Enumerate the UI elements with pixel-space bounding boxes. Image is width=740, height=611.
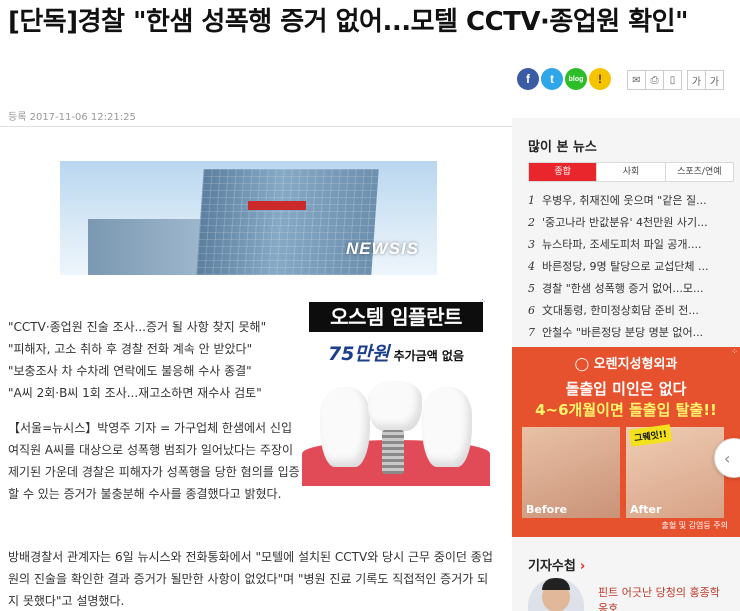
list-item[interactable]: 4 바른정당, 9명 탈당으로 교섭단체 ...	[528, 256, 736, 278]
summary-line: "A씨 2회·B씨 1회 조사...재고소하면 재수사 검토"	[8, 386, 262, 400]
photo-watermark: NEWSIS	[345, 239, 419, 258]
email-icon[interactable]: ✉	[627, 70, 646, 90]
article-paragraph: 【서울=뉴시스】박영주 기자 = 가구업체 한샘에서 신입 여직원 A씨를 대상…	[8, 421, 300, 501]
article-title: [단독]경찰 "한샘 성폭행 증거 없어...모텔 CCTV·종업원 확인"	[8, 7, 689, 37]
list-item[interactable]: 7 안철수 "바른정당 분당 명분 없어...	[528, 322, 736, 344]
font-increase-button[interactable]: 가	[705, 70, 724, 90]
list-item[interactable]: 3 뉴스타파, 조세도피처 파일 공개....	[528, 234, 736, 256]
article-tools: ✉ ⎙ ▯ 가 가	[627, 70, 724, 90]
implant-ad-headline: 오스템 임플란트	[309, 302, 483, 332]
chevron-right-icon: ›	[579, 559, 586, 574]
facebook-share-icon[interactable]: f	[517, 68, 539, 90]
surgery-ad[interactable]: ⁘ ◯ 오렌지성형외과 돌출입 미인은 없다 4~6개월이면 돌출입 탈출!! …	[512, 347, 740, 537]
building-sign	[248, 201, 306, 210]
most-viewed-tabs: 종합 사회 스포츠/연예	[528, 162, 734, 182]
share-buttons: f t blog !	[517, 68, 611, 90]
list-item[interactable]: 5 경찰 "한샘 성폭행 증거 없어...모...	[528, 278, 736, 300]
twitter-share-icon[interactable]: t	[541, 68, 563, 90]
before-photo: Before	[522, 427, 620, 518]
surgery-ad-line2: 4~6개월이면 돌출입 탈출!!	[535, 401, 717, 419]
implant-ad-price-line: 75만원 추가금액 없음	[302, 339, 490, 366]
article-paragraph: 방배경찰서 관계자는 6일 뉴시스와 전화통화에서 "모텔에 설치된 CCTV와…	[8, 550, 493, 608]
implant-ad-subline: 추가금액 없음	[393, 349, 464, 363]
summary-line: "CCTV·종업원 진술 조사...증거 될 사항 찾지 못해"	[8, 320, 267, 334]
implant-ad[interactable]: ⁘ 오스템 임플란트 75만원 추가금액 없음	[302, 295, 490, 486]
tab-society[interactable]: 사회	[596, 163, 664, 181]
date-label: 등록	[8, 112, 27, 123]
article-photo: NEWSIS	[60, 161, 437, 275]
font-decrease-button[interactable]: 가	[687, 70, 706, 90]
date-value: 2017-11-06 12:21:25	[29, 112, 136, 123]
implant-ad-price: 75만원	[327, 343, 390, 365]
surgery-ad-brand: ◯ 오렌지성형외과	[574, 357, 678, 372]
implant-screw	[382, 430, 404, 474]
tooth-crown	[368, 381, 422, 431]
article-date: 등록 2017-11-06 12:21:25	[8, 108, 136, 123]
pdf-icon[interactable]: ▯	[663, 70, 682, 90]
before-label: Before	[526, 503, 568, 516]
reporter-notebook-heading[interactable]: 기자수첩 ›	[528, 555, 585, 574]
summary-line: "피해자, 고소 취하 후 경찰 전화 계속 안 받았다"	[8, 342, 253, 356]
tooth-right	[422, 387, 472, 467]
after-label: After	[630, 503, 662, 516]
tab-general[interactable]: 종합	[529, 163, 597, 181]
article-summary: "CCTV·종업원 진술 조사...증거 될 사항 찾지 못해" "피해자, 고…	[8, 316, 298, 404]
list-item[interactable]: 2 '중고나라 반값분유' 4천만원 사기...	[528, 212, 736, 234]
tab-sports[interactable]: 스포츠/연예	[664, 163, 733, 181]
list-item[interactable]: 6 文대통령, 한미정상회담 준비 전...	[528, 300, 736, 322]
tooth-left	[320, 387, 370, 467]
blog-share-icon[interactable]: blog	[565, 68, 587, 90]
building-windows	[196, 169, 379, 275]
chevron-left-icon: ‹	[724, 448, 731, 468]
print-icon[interactable]: ⎙	[645, 70, 664, 90]
most-viewed-list: 1 우병우, 취재진에 웃으며 "같은 질... 2 '중고나라 반값분유' 4천만…	[528, 190, 736, 344]
most-viewed-title: 많이 본 뉴스	[528, 140, 597, 155]
list-item[interactable]: 1 우병우, 취재진에 웃으며 "같은 질...	[528, 190, 736, 212]
building-low	[88, 219, 208, 275]
surgery-ad-footer: 출혈 및 감염등 주의	[661, 521, 728, 530]
summary-line: "보충조사 차 수차례 연락에도 불응해 수사 종결"	[8, 364, 252, 378]
kakaostory-share-icon[interactable]: !	[589, 68, 611, 90]
reporter-notebook-link[interactable]: 핀트 어긋난 당청의 홍종학 옹호	[598, 585, 728, 611]
surgery-ad-line1: 돌출입 미인은 없다	[565, 380, 687, 398]
